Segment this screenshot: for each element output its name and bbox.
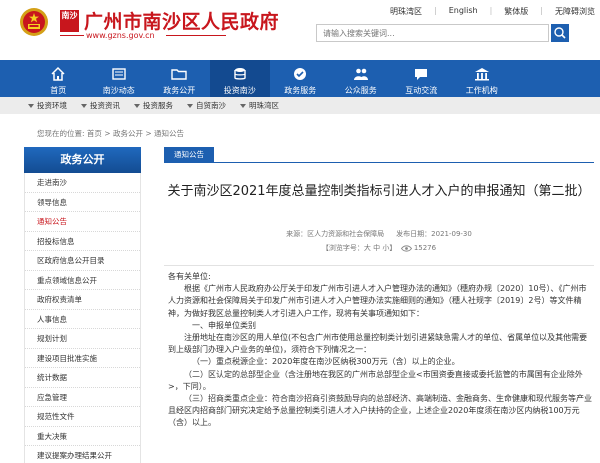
view-count: 15276 [413, 244, 437, 252]
body-paragraph: 根据《广州市人民政府办公厅关于印发广州市引进人才入户管理办法的通知》（穗府办规〔… [168, 284, 587, 318]
home-icon [51, 66, 65, 81]
site-header: 南沙 广州市南沙区人民政府 www.gzns.gov.cn 明珠湾区 | Eng… [0, 0, 600, 60]
sidebar-item-notices[interactable]: 通知公告 [25, 212, 140, 232]
toplink-accessibility[interactable]: 无障碍浏览 [555, 6, 595, 17]
body-paragraph: （三）招商类重点企业：符合南沙招商引资鼓励导向的总部经济、高端制造、金融商务、生… [168, 394, 592, 428]
search-input[interactable] [317, 25, 517, 41]
nav-item-interaction[interactable]: 互动交流 [391, 60, 452, 97]
sidebar-item-projects[interactable]: 建设项目批准实施 [25, 349, 140, 368]
sub-nav: 投资环境 投资资讯 投资服务 自贸南沙 明珠湾区 [0, 97, 600, 114]
nav-item-news[interactable]: 南沙动态 [89, 60, 150, 97]
building-icon [474, 68, 489, 81]
url-divider-right [166, 35, 226, 36]
nav-item-home[interactable]: 首页 [28, 60, 89, 97]
chat-icon [415, 69, 428, 80]
subnav-label: 投资环境 [37, 101, 67, 110]
chevron-down-icon [240, 104, 246, 108]
toplink-traditional[interactable]: 繁体版 [504, 6, 528, 17]
nav-item-label: 南沙动态 [102, 86, 135, 95]
toplink-english[interactable]: English [449, 6, 478, 17]
article-date: 发布日期：2021-09-30 [396, 230, 472, 238]
search-button[interactable] [551, 24, 569, 42]
body-paragraph: 各有关单位: [168, 272, 211, 281]
article-source: 来源：区人力资源和社会保障局 [286, 230, 385, 238]
sidebar-item-emergency[interactable]: 应急管理 [25, 388, 140, 407]
toplink-mingzhuwan[interactable]: 明珠湾区 [390, 6, 422, 17]
sidebar-title: 政务公开 [24, 147, 141, 173]
toplink-separator: | [489, 6, 493, 15]
nav-item-label: 投资南沙 [223, 86, 256, 95]
district-logo-mark: 南沙 [60, 10, 79, 32]
nav-item-label: 政务服务 [284, 86, 317, 95]
subnav-item-service[interactable]: 投资服务 [134, 100, 173, 111]
sidebar-list: 走进南沙 领导信息 通知公告 招投标信息 区政府信息公开目录 重点领域信息公开 … [24, 173, 141, 463]
main-nav: 首页 南沙动态 政务公开 投资南沙 政务服务 公众服务 互动交流 工作机构 [0, 60, 600, 97]
breadcrumb[interactable]: 您现在的位置: 首页 > 政务公开 > 通知公告 [37, 128, 184, 139]
top-links: 明珠湾区 | English | 繁体版 | 无障碍浏览 [390, 6, 595, 17]
tab-notices[interactable]: 通知公告 [164, 147, 214, 163]
site-url: www.gzns.gov.cn [86, 31, 155, 40]
nav-item-label: 公众服务 [344, 86, 377, 95]
search-box [316, 24, 549, 42]
news-icon [112, 68, 126, 80]
body-paragraph: 注册地址在南沙区的用人单位(不包含广州市使用总量控制类计划引进紧缺急需人才的单位… [168, 333, 588, 355]
sidebar-item-personnel[interactable]: 人事信息 [25, 310, 140, 329]
nav-item-label: 政务公开 [163, 86, 196, 95]
section-heading: 一、申报单位类别 [192, 320, 256, 330]
url-divider-left [60, 35, 84, 36]
sidebar-item-regulations[interactable]: 规范性文件 [25, 407, 140, 427]
sidebar-item-intro[interactable]: 走进南沙 [25, 173, 140, 193]
chevron-down-icon [81, 104, 87, 108]
article-title: 关于南沙区2021年度总量控制类指标引进人才入户的申报通知（第二批） [167, 184, 591, 199]
service-icon [294, 68, 307, 80]
sidebar-item-tenders[interactable]: 招投标信息 [25, 232, 140, 251]
subnav-item-environment[interactable]: 投资环境 [28, 100, 67, 111]
font-size-switcher[interactable]: 【浏览字号：大 中 小】 [322, 244, 396, 252]
nav-item-label: 工作机构 [465, 86, 498, 95]
article-tools: 【浏览字号：大 中 小】 15276 [164, 243, 594, 253]
article-meta: 来源：区人力资源和社会保障局 发布日期：2021-09-30 [164, 229, 594, 239]
nav-item-invest[interactable]: 投资南沙 [209, 60, 270, 97]
toplink-separator: | [434, 6, 437, 15]
nav-item-agencies[interactable]: 工作机构 [452, 60, 513, 97]
nav-item-gov-affairs[interactable]: 政务公开 [149, 60, 210, 97]
national-emblem-icon [20, 8, 48, 36]
sidebar-item-decisions[interactable]: 重大决策 [25, 427, 140, 446]
nav-item-public-service[interactable]: 公众服务 [331, 60, 392, 97]
sidebar-item-leaders[interactable]: 领导信息 [25, 193, 140, 212]
nav-item-gov-service[interactable]: 政务服务 [270, 60, 331, 97]
sidebar-item-proposals[interactable]: 建议提案办理结果公开 [25, 446, 140, 463]
chevron-down-icon [28, 104, 34, 108]
eye-icon [400, 244, 412, 252]
toplink-separator: | [540, 6, 543, 15]
sidebar-item-key-areas[interactable]: 重点领域信息公开 [25, 271, 140, 290]
chevron-down-icon [134, 104, 140, 108]
body-paragraph: （二）区认定的总部型企业（含注册地在我区的广州市总部型企业<市国资委直接或委托监… [168, 369, 583, 391]
site-title[interactable]: 广州市南沙区人民政府 [84, 7, 279, 34]
subnav-item-ftz[interactable]: 自贸南沙 [187, 100, 226, 111]
divider [164, 265, 594, 266]
sidebar-item-planning[interactable]: 规划计划 [25, 329, 140, 349]
section-tab-bar: 通知公告 [164, 147, 594, 163]
nav-item-label: 互动交流 [405, 86, 438, 95]
nav-item-label: 首页 [50, 86, 67, 95]
subnav-label: 投资资讯 [90, 101, 120, 110]
coins-icon [234, 68, 246, 80]
sidebar-item-disclosure-catalog[interactable]: 区政府信息公开目录 [25, 251, 140, 271]
sidebar-item-statistics[interactable]: 统计数据 [25, 368, 140, 388]
search-icon [554, 27, 566, 39]
article-body: 各有关单位: 根据《广州市人民政府办公厅关于印发广州市引进人才入户管理办法的通知… [168, 271, 594, 430]
subnav-item-info[interactable]: 投资资讯 [81, 100, 120, 111]
subnav-label: 投资服务 [143, 101, 173, 110]
subnav-label: 自贸南沙 [196, 101, 226, 110]
subnav-label: 明珠湾区 [249, 101, 279, 110]
main-content: 通知公告 关于南沙区2021年度总量控制类指标引进人才入户的申报通知（第二批） … [164, 147, 600, 463]
sidebar-item-power-list[interactable]: 政府权责清单 [25, 290, 140, 310]
subnav-item-mingzhuwan[interactable]: 明珠湾区 [240, 100, 279, 111]
body-paragraph: （一）重点税源企业：2020年度在南沙区纳税300万元（含）以上的企业。 [192, 357, 460, 367]
folder-icon [171, 69, 187, 80]
people-icon [353, 68, 368, 80]
chevron-down-icon [187, 104, 193, 108]
sidebar: 政务公开 走进南沙 领导信息 通知公告 招投标信息 区政府信息公开目录 重点领域… [24, 147, 141, 463]
